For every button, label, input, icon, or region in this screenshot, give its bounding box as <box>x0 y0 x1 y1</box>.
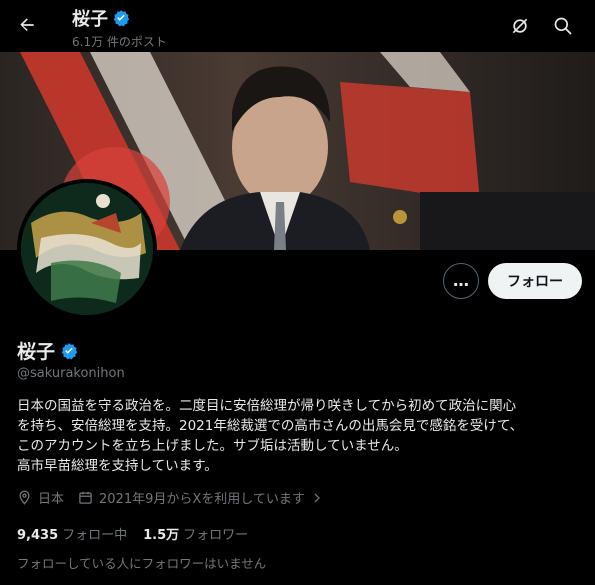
search-button[interactable] <box>546 9 580 43</box>
profile-handle: @sakurakonihon <box>17 366 125 381</box>
more-options-button[interactable]: … <box>443 263 479 299</box>
post-count: 6.1万 件のポスト <box>72 35 167 49</box>
following-count: 9,435 <box>17 528 59 543</box>
verified-badge-icon <box>112 9 130 27</box>
profile-name: 桜子 <box>17 341 56 363</box>
header-title: 桜子 <box>72 9 108 30</box>
follow-counts: 9,435 フォロー中 1.5万 フォロワー <box>17 524 248 543</box>
following-label: フォロー中 <box>62 528 128 543</box>
more-icon: … <box>453 271 469 290</box>
bio-line: を持ち、安倍総理を支持。2021年総裁選での高市さんの出馬会見で感銘を受けて、 <box>17 418 524 434</box>
profile-bio: 日本の国益を守る政治を。二度目に安倍総理が帰り咲きしてから初めて政治に関心 を持… <box>17 396 582 476</box>
location-text: 日本 <box>38 492 65 507</box>
profile-location: 日本 <box>17 488 64 507</box>
search-icon <box>554 17 572 35</box>
chevron-right-icon <box>314 493 320 502</box>
profile-name-row: 桜子 <box>17 337 78 364</box>
profile-avatar[interactable] <box>17 179 157 319</box>
followers-count: 1.5万 <box>143 528 180 543</box>
refresh-icon <box>512 18 528 34</box>
profile-meta: 日本 2021年9月からXを利用しています <box>17 488 337 507</box>
top-bar: 桜子 6.1万 件のポスト <box>0 0 595 52</box>
followers-link[interactable]: 1.5万 フォロワー <box>143 524 248 543</box>
avatar-image <box>21 183 153 315</box>
follow-button[interactable]: フォロー <box>488 263 582 299</box>
location-pin-icon <box>19 490 30 505</box>
refresh-button[interactable] <box>503 9 537 43</box>
followers-label: フォロワー <box>183 528 249 543</box>
profile-joined[interactable]: 2021年9月からXを利用しています <box>78 488 323 507</box>
back-button[interactable] <box>10 8 44 42</box>
bio-line: このアカウントを立ち上げました。サブ垢は活動していません。 <box>17 438 408 454</box>
bio-line: 高市早苗総理を支持しています。 <box>17 458 218 474</box>
joined-text: 2021年9月からXを利用しています <box>99 492 305 507</box>
header-title-row: 桜子 <box>72 5 130 31</box>
calendar-icon <box>79 491 92 504</box>
back-arrow-icon <box>20 18 34 31</box>
verified-badge-icon <box>60 342 78 360</box>
following-link[interactable]: 9,435 フォロー中 <box>17 524 127 543</box>
mutual-followers-note: フォローしている人にフォロワーはいません <box>17 556 267 571</box>
bio-line: 日本の国益を守る政治を。二度目に安倍総理が帰り咲きしてから初めて政治に関心 <box>17 398 517 414</box>
